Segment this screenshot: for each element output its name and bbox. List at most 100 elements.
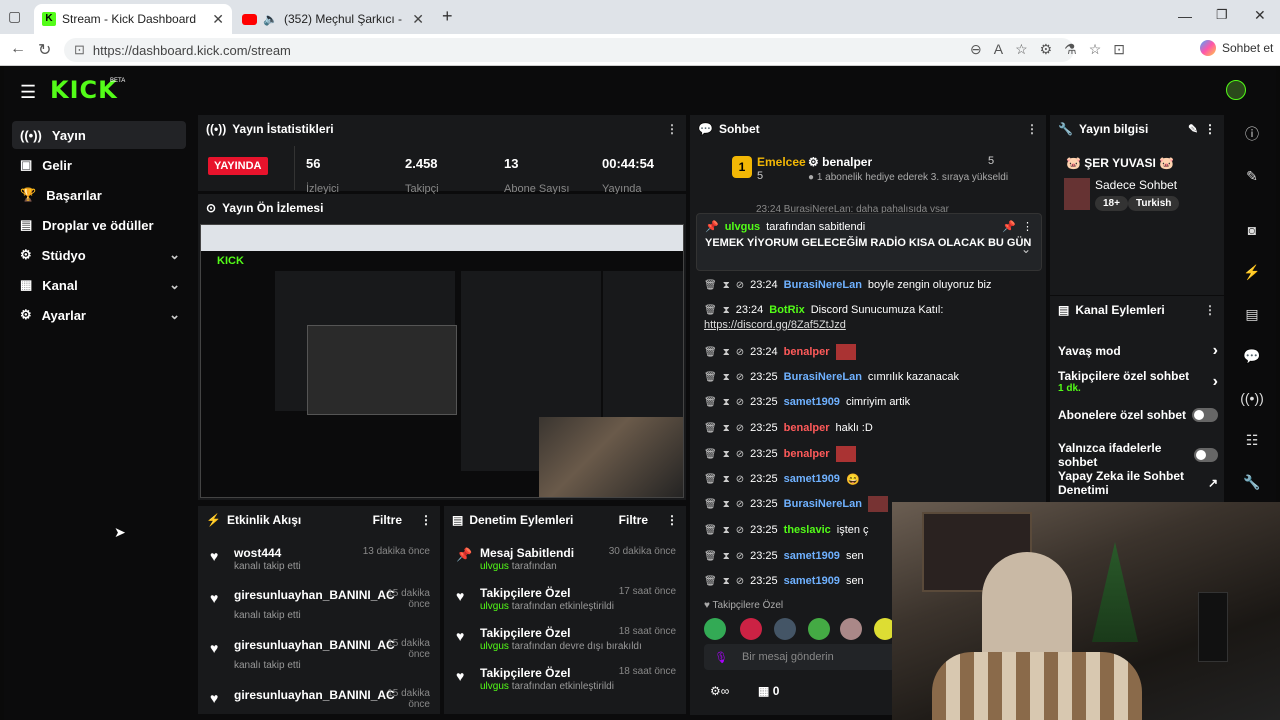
tab-actions-icon[interactable]: ▢ [8,8,28,26]
more-icon[interactable]: ⋮ [666,513,678,527]
message-user[interactable]: benalper [784,448,830,460]
ban-icon[interactable]: ⊘ [736,449,744,460]
emote-button[interactable] [808,618,830,640]
settings-icon[interactable]: ⚙∞ [710,684,729,698]
emote-button[interactable] [840,618,862,640]
more-icon[interactable]: ⋮ [420,513,432,527]
message-user[interactable]: BurasiNereLan [784,279,862,291]
timeout-icon[interactable]: ⧗ [723,474,730,485]
sidebar-item-kanal[interactable]: ▦ Kanal ⌄ [12,271,186,299]
moderation-user[interactable]: ulvgus [480,561,509,572]
timeout-icon[interactable]: ⧗ [723,551,730,562]
menu-icon[interactable]: ☰ [20,82,36,103]
new-tab-icon[interactable]: + [442,6,453,27]
timeout-icon[interactable]: ⧗ [723,305,730,316]
message-link[interactable]: https://discord.gg/8Zaf5ZtJzd [704,319,846,331]
timeout-icon[interactable]: ⧗ [723,372,730,383]
timeout-icon[interactable]: ⧗ [723,423,730,434]
sidebar-item-yayin[interactable]: ((•)) Yayın [12,121,186,149]
emote-button[interactable] [704,618,726,640]
slow-mode-row[interactable]: Yavaş mod › [1058,342,1218,360]
sidebar-item-droplar[interactable]: ▤ Droplar ve ödüller [12,211,186,239]
filter-button[interactable]: Filtre [619,513,648,527]
category-name[interactable]: Sadece Sohbet [1095,178,1177,192]
trash-icon[interactable]: 🗑 [704,423,717,434]
message-user[interactable]: samet1909 [784,575,840,587]
timeout-icon[interactable]: ⧗ [723,280,730,291]
avatar[interactable] [1226,80,1246,100]
minimize-icon[interactable]: — [1178,8,1192,24]
more-icon[interactable]: ⋮ [1026,122,1038,136]
moderation-user[interactable]: ulvgus [480,681,509,692]
trash-icon[interactable]: 🗑 [704,576,717,587]
trash-icon[interactable]: 🗑 [704,397,717,408]
emote-button[interactable] [774,618,796,640]
ban-icon[interactable]: ⊘ [736,525,744,536]
message-user[interactable]: samet1909 [784,550,840,562]
timeout-icon[interactable]: ⧗ [723,347,730,358]
chevron-down-icon[interactable]: ⌄ [1021,242,1031,256]
chat-input[interactable]: 🎙 Bir mesaj gönderin [704,644,904,670]
ban-icon[interactable]: ⊘ [736,551,744,562]
moderation-user[interactable]: ulvgus [480,641,509,652]
pinned-message[interactable]: 📌 ulvgus tarafından sabitlendi 📌 ⋮ YEMEK YİY… [696,213,1042,271]
ban-icon[interactable]: ⊘ [736,397,744,408]
trash-icon[interactable]: 🗑 [704,551,717,562]
wrench-icon[interactable]: 🔧 [1240,470,1264,494]
url-field[interactable]: ⊡ https://dashboard.kick.com/stream [64,38,1074,62]
emote-only-toggle[interactable] [1193,448,1218,462]
followers-only-row[interactable]: Takipçilere özel sohbet 1 dk. › [1058,369,1218,394]
tab-kick-dashboard[interactable]: K Stream - Kick Dashboard ✕ [34,4,232,34]
trash-icon[interactable]: 🗑 [704,347,717,358]
more-icon[interactable]: ⋮ [1022,220,1033,233]
message-user[interactable]: samet1909 [784,473,840,485]
sliders-icon[interactable]: ☷ [1240,428,1264,452]
category-thumbnail[interactable] [1064,178,1090,210]
chat-icon[interactable]: 💬 [1240,344,1264,368]
trash-icon[interactable]: 🗑 [704,305,717,316]
ban-icon[interactable]: ⊘ [736,499,744,510]
gifter-name[interactable]: Emelcee [757,155,806,169]
sidebar-item-studyo[interactable]: ⚙ Stüdyo ⌄ [12,241,186,269]
close-tab-icon[interactable]: ✕ [412,11,424,28]
maximize-icon[interactable]: ❐ [1216,7,1228,23]
points-counter[interactable]: ▦ 0 [758,684,779,698]
more-icon[interactable]: ⋮ [666,122,678,136]
address-bar-tools[interactable]: ⊖A☆⚙⚗☆⊡ [970,41,1137,58]
ban-icon[interactable]: ⊘ [736,372,744,383]
timeout-icon[interactable]: ⧗ [723,449,730,460]
unpin-icon[interactable]: 📌 [1002,220,1016,233]
message-user[interactable]: BotRix [769,304,804,316]
lightning-icon[interactable]: ⚡ [1240,260,1264,284]
trash-icon[interactable]: 🗑 [704,449,717,460]
trash-icon[interactable]: 🗑 [704,499,717,510]
ban-icon[interactable]: ⊘ [736,280,744,291]
mic-icon[interactable]: 🎙 [714,651,728,664]
ai-moderation-row[interactable]: Yapay Zeka ile Sohbet Denetimi ↗ [1058,469,1218,497]
message-user[interactable]: benalper [784,346,830,358]
stream-preview-video[interactable]: KICK [200,224,684,498]
ban-icon[interactable]: ⊘ [736,347,744,358]
emote-button[interactable] [740,618,762,640]
trash-icon[interactable]: 🗑 [704,474,717,485]
ban-icon[interactable]: ⊘ [736,576,744,587]
timeout-icon[interactable]: ⧗ [723,397,730,408]
broadcast-icon[interactable]: ((•)) [1240,386,1264,410]
pinned-by[interactable]: ulvgus [725,221,760,233]
message-user[interactable]: benalper [784,422,830,434]
camera-icon[interactable]: ◙ [1240,218,1264,242]
moderation-user[interactable]: ulvgus [480,601,509,612]
trash-icon[interactable]: 🗑 [704,372,717,383]
info-icon[interactable]: ⓘ [1240,122,1264,146]
more-icon[interactable]: ⋮ [1204,303,1216,317]
sidebar-item-basarilar[interactable]: 🏆 Başarılar [12,181,186,209]
message-user[interactable]: samet1909 [784,396,840,408]
gift-user[interactable]: ⚙ benalper [808,155,872,169]
trash-icon[interactable]: 🗑 [704,280,717,291]
sidebar-item-ayarlar[interactable]: ⚙ Ayarlar ⌄ [12,301,186,329]
close-window-icon[interactable]: ✕ [1254,7,1266,24]
edit-icon[interactable]: ✎ [1240,164,1264,188]
ban-icon[interactable]: ⊘ [736,474,744,485]
timeout-icon[interactable]: ⧗ [723,525,730,536]
message-user[interactable]: BurasiNereLan [784,371,862,383]
